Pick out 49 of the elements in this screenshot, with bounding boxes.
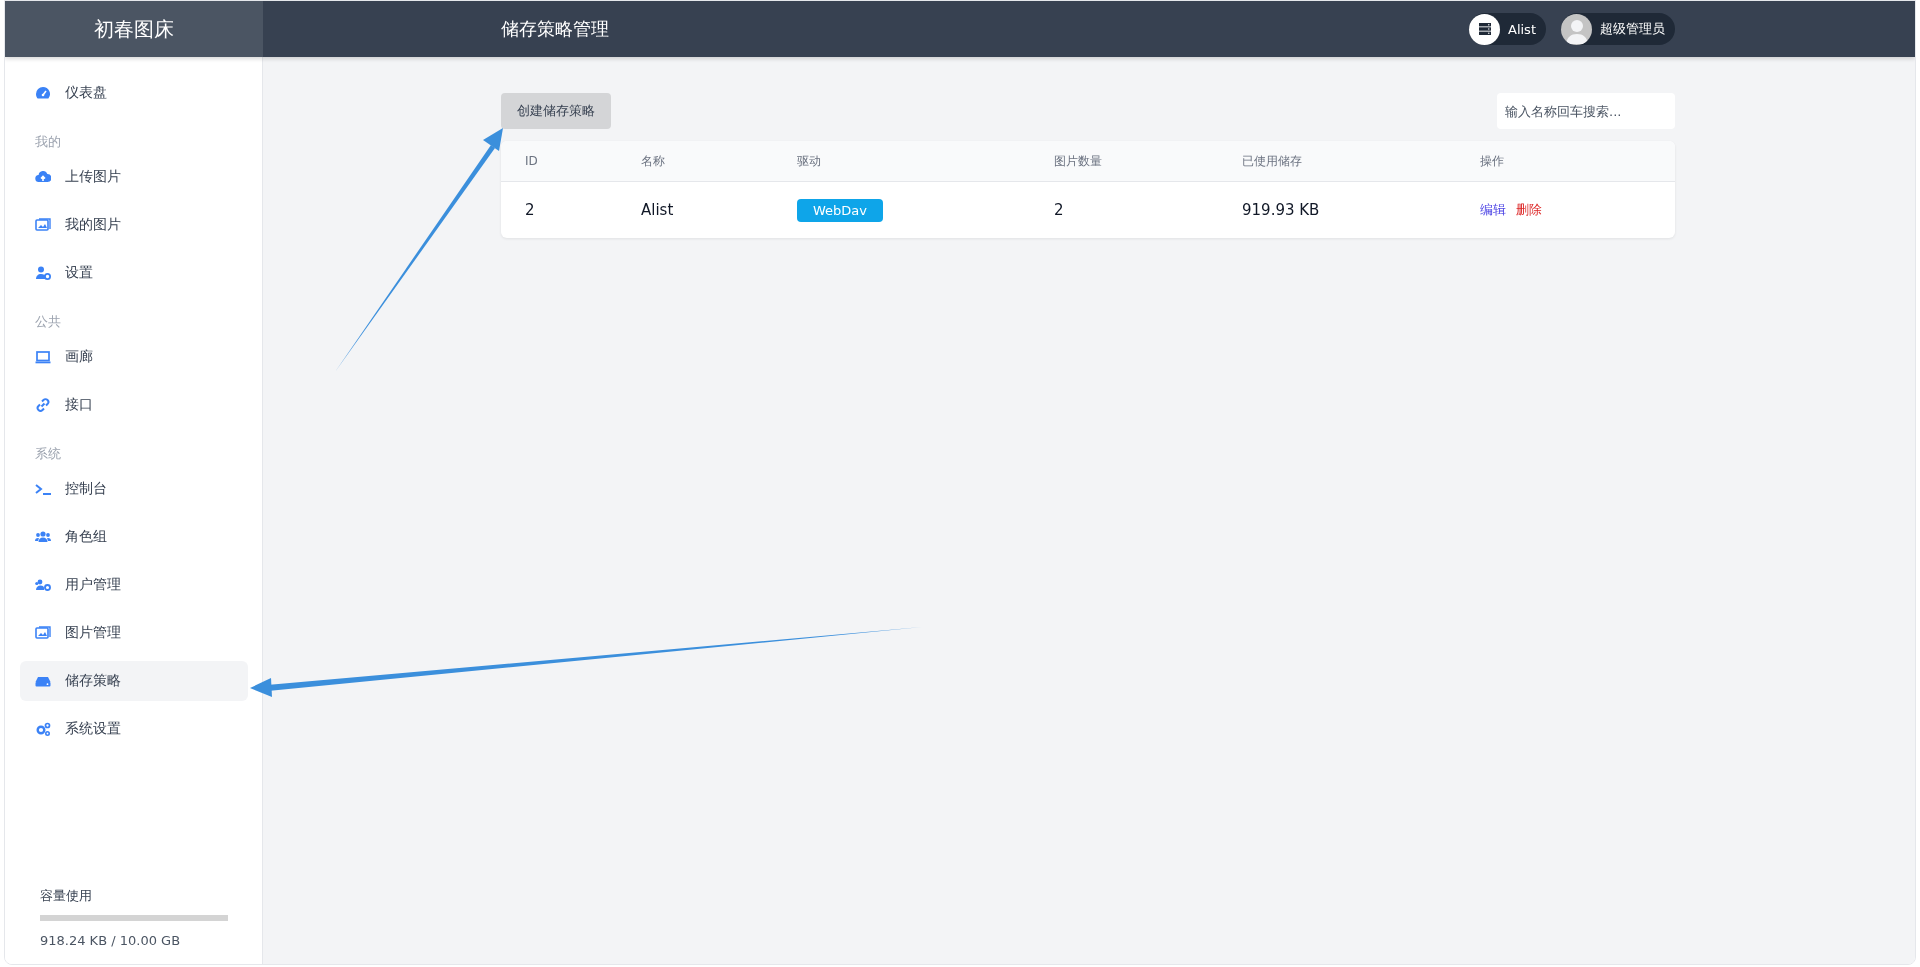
table-cell-text: 919.93 KB [1242,201,1321,219]
usage-title: 容量使用 [40,887,93,905]
sidebar-item[interactable]: 储存策略 [20,661,248,701]
user-gear-icon [35,265,51,281]
header-chip[interactable]: Alist [1469,13,1546,45]
laptop-icon [35,349,51,365]
gauge-icon [35,85,51,101]
section-label: 系统 [34,445,62,463]
sidebar-item[interactable]: 图片管理 [20,613,248,653]
server-icon [1469,13,1500,45]
cloud-upload-icon [35,169,51,185]
header-chip[interactable]: 超级管理员 [1561,13,1675,45]
section-label: 我的 [34,133,62,151]
column-header: ID [525,154,539,168]
sidebar-item[interactable]: 设置 [20,253,248,293]
terminal-icon [35,481,51,497]
link-icon [35,397,51,413]
usage-reading: 918.24 KB / 10.00 GB [40,933,182,948]
create-button[interactable]: 创建储存策略 [501,93,611,129]
column-header: 操作 [1480,152,1505,170]
sidebar-item[interactable]: 系统设置 [20,709,248,749]
sidebar-item[interactable]: 角色组 [20,517,248,557]
avatar-icon [1561,13,1592,45]
column-header: 已使用储存 [1242,152,1303,170]
search-field[interactable]: 输入名称回车搜索... [1497,93,1675,129]
section-label: 公共 [34,313,62,331]
sidebar-item[interactable]: 接口 [20,385,248,425]
table-cell-text: 2 [525,201,536,219]
table-cell-text: 2 [1054,201,1065,219]
page-title: 储存策略管理 [501,17,609,41]
images-icon [35,625,51,641]
column-header: 名称 [641,152,666,170]
users-icon [35,529,51,545]
table-cell-text: Alist [641,201,675,219]
sidebar-item[interactable]: 用户管理 [20,565,248,605]
users-gear-icon [35,577,51,593]
column-header: 驱动 [797,152,822,170]
sidebar-item[interactable]: 仪表盘 [20,73,248,113]
sidebar-item[interactable]: 控制台 [20,469,248,509]
brand-title: 初春图床 [5,1,263,57]
delete-link[interactable]: 删除 [1516,201,1542,219]
sidebar-item[interactable]: 上传图片 [20,157,248,197]
column-header: 图片数量 [1054,152,1103,170]
images-icon [35,217,51,233]
gears-icon [35,721,51,737]
sidebar-item[interactable]: 画廊 [20,337,248,377]
driver-tag: WebDav [797,198,883,222]
edit-link[interactable]: 编辑 [1480,201,1506,219]
sidebar-item[interactable]: 我的图片 [20,205,248,245]
